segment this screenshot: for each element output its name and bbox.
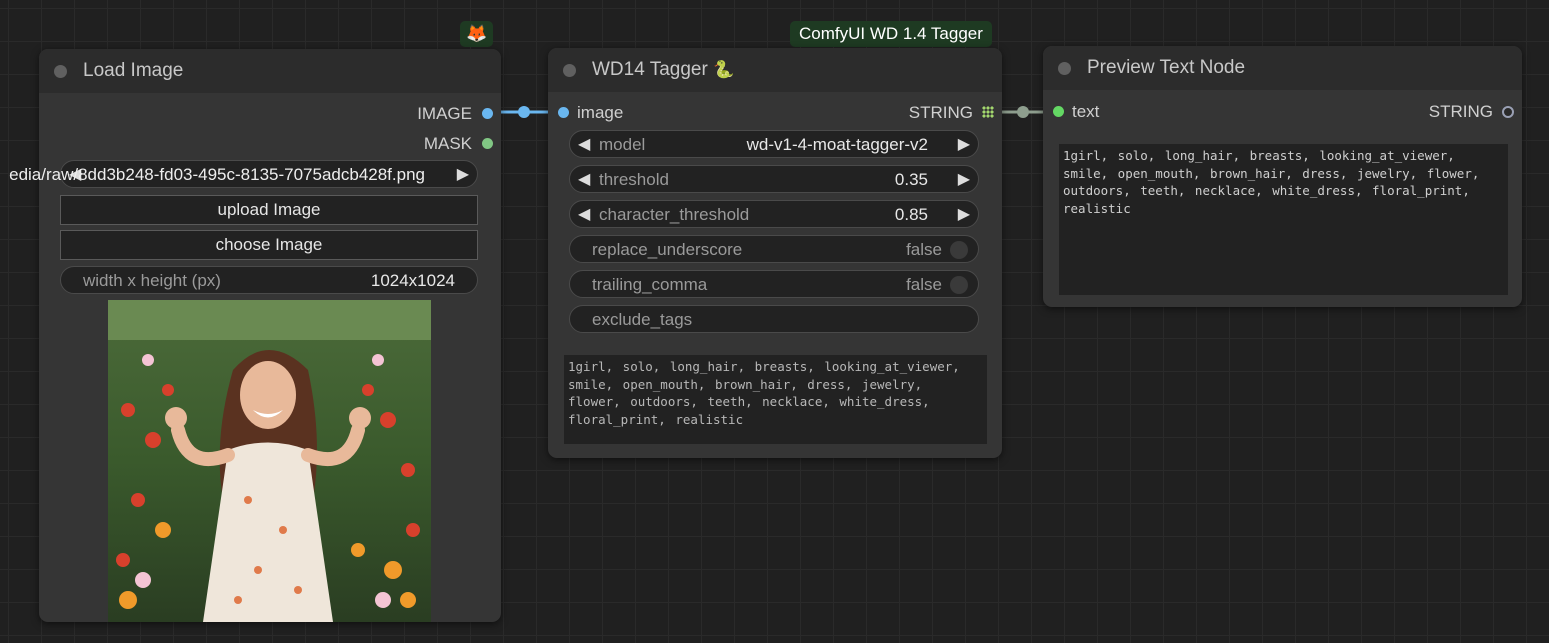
trailing-comma-toggle[interactable]: trailing_comma false xyxy=(569,270,979,298)
node-header[interactable]: WD14 Tagger 🐍 xyxy=(548,48,1002,92)
replace-underscore-toggle[interactable]: replace_underscore false xyxy=(569,235,979,263)
node-header[interactable]: Preview Text Node xyxy=(1043,46,1522,90)
model-widget[interactable]: ◀ model wd-v1-4-moat-tagger-v2 ▶ xyxy=(569,130,979,158)
collapse-dot-icon[interactable] xyxy=(1058,62,1071,75)
threshold-widget[interactable]: ◀ threshold 0.35 ▶ xyxy=(569,165,979,193)
character-threshold-widget[interactable]: ◀ character_threshold 0.85 ▶ xyxy=(569,200,979,228)
node-title-text: WD14 Tagger xyxy=(592,59,708,80)
toggle-off-icon[interactable] xyxy=(950,241,968,259)
size-value: 1024x1024 xyxy=(370,271,455,290)
tagger-output-text[interactable]: 1girl, solo, long_hair, breasts, looking… xyxy=(564,355,987,444)
model-value: wd-v1-4-moat-tagger-v2 xyxy=(746,135,928,154)
load-image-node[interactable]: Load Image IMAGE MASK ◀ edia/raw/8dd3b24… xyxy=(9,49,501,622)
exclude-tags-input[interactable]: exclude_tags xyxy=(569,305,979,333)
size-widget: width x height (px) 1024x1024 xyxy=(60,266,478,294)
preview-text-node[interactable]: Preview Text Node text STRING 1girl, sol… xyxy=(1043,46,1522,307)
choose-image-button[interactable]: choose Image xyxy=(60,230,478,260)
next-arrow-icon[interactable]: ▶ xyxy=(958,169,970,189)
toggle-off-icon[interactable] xyxy=(950,276,968,294)
output-mask-port[interactable] xyxy=(482,138,493,149)
input-image-label: image xyxy=(577,103,624,122)
replace-underscore-label: replace_underscore xyxy=(592,240,743,259)
trailing-comma-value: false xyxy=(906,275,942,294)
wd-tagger-badge: ComfyUI WD 1.4 Tagger xyxy=(790,21,992,47)
character-threshold-label: character_threshold xyxy=(599,205,750,224)
node-header[interactable]: Load Image xyxy=(39,49,501,93)
threshold-value: 0.35 xyxy=(894,170,928,189)
trailing-comma-label: trailing_comma xyxy=(592,275,708,294)
image-select-widget[interactable]: ◀ edia/raw/8dd3b248-fd03-495c-8135-7075a… xyxy=(9,160,478,188)
output-string-grid-icon[interactable] xyxy=(982,106,994,118)
exclude-tags-label: exclude_tags xyxy=(592,310,693,329)
next-arrow-icon[interactable]: ▶ xyxy=(457,164,469,184)
next-arrow-icon[interactable]: ▶ xyxy=(958,204,970,224)
prev-arrow-icon[interactable]: ◀ xyxy=(578,134,590,154)
output-mask-label: MASK xyxy=(423,134,472,153)
character-threshold-value: 0.85 xyxy=(894,205,928,224)
collapse-dot-icon[interactable] xyxy=(563,64,576,77)
image-filename: edia/raw/8dd3b248-fd03-495c-8135-7075adc… xyxy=(9,165,425,184)
upload-image-button[interactable]: upload Image xyxy=(60,195,478,225)
replace-underscore-value: false xyxy=(906,240,942,259)
size-label: width x height (px) xyxy=(83,271,221,290)
preview-text-area[interactable]: 1girl, solo, long_hair, breasts, looking… xyxy=(1059,144,1508,295)
output-image-port[interactable] xyxy=(482,108,493,119)
fox-badge: 🦊 xyxy=(460,21,494,47)
collapse-dot-icon[interactable] xyxy=(54,65,67,78)
model-label: model xyxy=(599,135,646,154)
output-string-port[interactable] xyxy=(1502,106,1514,118)
threshold-label: threshold xyxy=(599,170,669,189)
next-arrow-icon[interactable]: ▶ xyxy=(958,134,970,154)
output-image-label: IMAGE xyxy=(417,104,472,123)
prev-arrow-icon[interactable]: ◀ xyxy=(578,204,590,224)
preview-image xyxy=(108,300,431,622)
node-title: Preview Text Node xyxy=(1087,57,1246,78)
input-image-port[interactable] xyxy=(558,107,569,118)
wd14-tagger-node[interactable]: WD14 Tagger 🐍 image STRING ◀ model wd-v1… xyxy=(548,48,1002,458)
output-string-label: STRING xyxy=(908,103,973,122)
output-string-label: STRING xyxy=(1428,102,1493,121)
input-text-label: text xyxy=(1072,102,1100,121)
node-title: WD14 Tagger 🐍 xyxy=(592,59,734,81)
node-title: Load Image xyxy=(83,60,184,81)
input-text-port[interactable] xyxy=(1053,106,1064,117)
prev-arrow-icon[interactable]: ◀ xyxy=(578,169,590,189)
snake-icon: 🐍 xyxy=(713,60,735,79)
